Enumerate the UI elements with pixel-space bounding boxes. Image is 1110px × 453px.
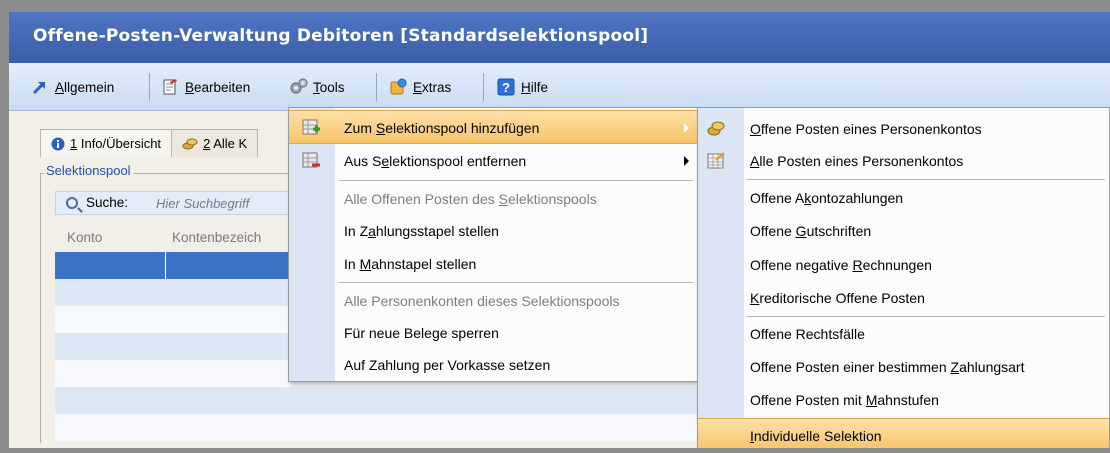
toolbar-separator bbox=[376, 73, 377, 101]
help-icon: ? bbox=[497, 78, 515, 96]
menu-item-in-zahlungsstapel-stellen[interactable]: In Zahlungsstapel stellen bbox=[289, 214, 697, 248]
menu-extras[interactable]: Extras bbox=[389, 76, 451, 98]
submenu-item-offene-akontozahlungen[interactable]: Offene Akontozahlungen bbox=[698, 181, 1109, 215]
submenu-arrow-icon bbox=[684, 156, 689, 166]
selektionspool-submenu: Offene Posten eines Personenkontos Alle … bbox=[697, 107, 1110, 453]
menu-item-zum-selektionspool-hinzufuegen[interactable]: Zum Selektionspool hinzufügen bbox=[289, 110, 697, 144]
tools-dropdown-menu: Zum Selektionspool hinzufügen Aus Selekt… bbox=[288, 107, 698, 382]
screen-frame-top bbox=[0, 0, 1110, 12]
search-label: Suche: bbox=[86, 195, 129, 210]
edit-icon bbox=[161, 78, 179, 96]
menu-separator bbox=[746, 179, 1105, 180]
tab-strip: 1 Info/Übersicht 2 Alle K bbox=[40, 129, 259, 157]
tab-alle-konten[interactable]: 2 Alle K bbox=[172, 129, 259, 157]
column-header-kontenbezeichnung[interactable]: Kontenbezeich bbox=[172, 230, 261, 245]
coins-icon bbox=[182, 137, 198, 151]
submenu-item-individuelle-selektion[interactable]: Individuelle Selektion bbox=[698, 418, 1109, 452]
extras-icon bbox=[389, 78, 407, 96]
submenu-item-offene-posten-personenkonto[interactable]: Offene Posten eines Personenkontos bbox=[698, 112, 1109, 146]
coins-icon bbox=[706, 119, 726, 139]
tab-info-uebersicht[interactable]: 1 Info/Übersicht bbox=[40, 129, 173, 157]
toolbar-separator bbox=[149, 73, 150, 101]
group-title: Selektionspool bbox=[44, 163, 133, 178]
window-title: Offene-Posten-Verwaltung Debitoren [Stan… bbox=[33, 26, 649, 46]
menu-item-alle-personenkonten[interactable]: Alle Personenkonten dieses Selektionspoo… bbox=[289, 284, 697, 318]
list-icon bbox=[706, 151, 726, 171]
toolbar-separator bbox=[483, 73, 484, 101]
screen-frame-bottom bbox=[0, 448, 1110, 453]
menu-hilfe[interactable]: ? Hilfe bbox=[497, 76, 548, 98]
add-pool-icon bbox=[301, 118, 321, 138]
submenu-item-offene-negative-rechnungen[interactable]: Offene negative Rechnungen bbox=[698, 248, 1109, 282]
search-icon bbox=[66, 197, 78, 209]
menu-bearbeiten[interactable]: Bearbeiten bbox=[161, 76, 250, 98]
submenu-item-offene-rechtsfaelle[interactable]: Offene Rechtsfälle bbox=[698, 317, 1109, 351]
menu-item-zahlung-per-vorkasse[interactable]: Auf Zahlung per Vorkasse setzen bbox=[289, 348, 697, 382]
screen-frame-left bbox=[0, 0, 9, 453]
menu-item-aus-selektionspool-entfernen[interactable]: Aus Selektionspool entfernen bbox=[289, 144, 697, 178]
info-icon bbox=[51, 137, 65, 151]
submenu-item-offene-posten-zahlungsart[interactable]: Offene Posten einer bestimmen Zahlungsar… bbox=[698, 350, 1109, 384]
remove-pool-icon bbox=[301, 151, 321, 171]
submenu-item-alle-posten-personenkonto[interactable]: Alle Posten eines Personenkontos bbox=[698, 144, 1109, 178]
title-bar: Offene-Posten-Verwaltung Debitoren [Stan… bbox=[9, 12, 1110, 63]
svg-text:?: ? bbox=[502, 80, 510, 95]
menu-toolbar: Allgemein Bearbeiten Tools Extras ? Hilf… bbox=[9, 63, 1110, 111]
submenu-item-offene-posten-mahnstufen[interactable]: Offene Posten mit Mahnstufen bbox=[698, 383, 1109, 417]
submenu-item-kreditorische-offene-posten[interactable]: Kreditorische Offene Posten bbox=[698, 281, 1109, 315]
submenu-item-offene-gutschriften[interactable]: Offene Gutschriften bbox=[698, 214, 1109, 248]
gears-icon bbox=[289, 78, 308, 96]
menu-separator bbox=[339, 282, 693, 283]
menu-item-in-mahnstapel-stellen[interactable]: In Mahnstapel stellen bbox=[289, 247, 697, 281]
menu-item-fuer-neue-belege-sperren[interactable]: Für neue Belege sperren bbox=[289, 316, 697, 350]
menu-item-alle-offenen-posten[interactable]: Alle Offenen Posten des Selektionspools bbox=[289, 182, 697, 216]
submenu-arrow-icon bbox=[684, 123, 689, 133]
menu-tools[interactable]: Tools bbox=[289, 76, 345, 98]
arrow-up-right-icon bbox=[31, 78, 49, 96]
menu-allgemein[interactable]: Allgemein bbox=[31, 76, 114, 98]
menu-separator bbox=[339, 180, 693, 181]
column-header-konto[interactable]: Konto bbox=[67, 230, 102, 245]
